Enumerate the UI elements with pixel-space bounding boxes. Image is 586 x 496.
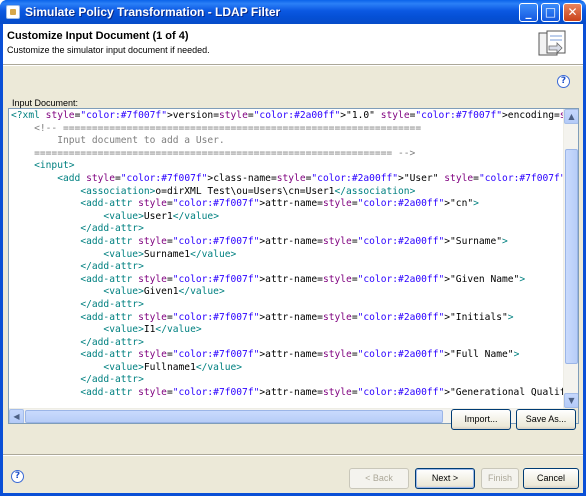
code-line: <add-attr style="color:#7f007f">attr-nam… — [80, 311, 514, 323]
code-line: <add-attr style="color:#7f007f">attr-nam… — [80, 235, 508, 247]
input-document-editor[interactable]: <?xml style="color:#7f007f">version=styl… — [8, 108, 579, 424]
horizontal-scroll-thumb[interactable] — [25, 410, 443, 423]
code-line: </add-attr> — [80, 298, 144, 310]
code-line: <add-attr style="color:#7f007f">attr-nam… — [80, 349, 520, 361]
code-line: <value>Given1</value> — [103, 286, 225, 298]
dialog-window: Simulate Policy Transformation - LDAP Fi… — [0, 0, 586, 496]
footer-separator — [3, 454, 583, 456]
banner-separator — [3, 65, 583, 66]
page-title: Customize Input Document (1 of 4) — [7, 30, 189, 42]
page-description: Customize the simulator input document i… — [7, 45, 210, 55]
maximize-button[interactable]: □ — [541, 3, 560, 22]
code-line: </add-attr> — [80, 374, 144, 386]
help-icon[interactable]: ? — [557, 75, 570, 88]
input-document-label: Input Document: — [12, 98, 79, 108]
window-title: Simulate Policy Transformation - LDAP Fi… — [25, 5, 281, 19]
code-line: <add style="color:#7f007f">class-name=st… — [57, 172, 564, 184]
scroll-down-button[interactable]: ▼ — [564, 393, 578, 408]
document-transform-icon — [538, 30, 566, 56]
help-icon-bottom[interactable]: ? — [11, 470, 24, 483]
code-line: <association>o=dirXML Test\ou=Users\cn=U… — [80, 185, 416, 197]
code-line: </add-attr> — [80, 223, 144, 235]
code-line: </add-attr> — [80, 261, 144, 273]
code-line: <!-- ===================================… — [11, 122, 422, 134]
back-button[interactable]: < Back — [349, 468, 409, 489]
code-line: Input document to add a User. — [11, 135, 225, 147]
scroll-left-button[interactable]: ◀ — [9, 409, 24, 423]
wizard-banner: Customize Input Document (1 of 4) Custom… — [3, 24, 583, 65]
import-button[interactable]: Import... — [451, 409, 511, 430]
scroll-up-button[interactable]: ▲ — [564, 109, 578, 124]
vertical-scrollbar[interactable]: ▲ ▼ — [563, 109, 578, 408]
next-button[interactable]: Next > — [415, 468, 475, 489]
close-button[interactable]: ✕ — [563, 3, 582, 22]
dialog-client-area: Customize Input Document (1 of 4) Custom… — [3, 24, 583, 493]
code-line: <add-attr style="color:#7f007f">attr-nam… — [80, 198, 479, 210]
finish-button[interactable]: Finish — [481, 468, 519, 489]
code-line: <add-attr style="color:#7f007f">attr-nam… — [80, 273, 526, 285]
code-line: <input> — [34, 160, 75, 172]
code-line: <value>Fullname1</value> — [103, 361, 243, 373]
vertical-scroll-thumb[interactable] — [565, 149, 578, 364]
code-line: <value>I1</value> — [103, 324, 202, 336]
cancel-button[interactable]: Cancel — [523, 468, 579, 489]
code-line: <value>Surname1</value> — [103, 248, 237, 260]
code-line: <value>User1</value> — [103, 210, 219, 222]
code-line: ========================================… — [11, 147, 416, 159]
minimize-button[interactable]: _ — [519, 3, 538, 22]
app-icon — [6, 5, 20, 19]
save-as-button[interactable]: Save As... — [516, 409, 576, 430]
xml-code-area[interactable]: <?xml style="color:#7f007f">version=styl… — [11, 110, 564, 407]
code-line: <add-attr style="color:#7f007f">attr-nam… — [80, 387, 564, 399]
code-line: </add-attr> — [80, 336, 144, 348]
title-bar[interactable]: Simulate Policy Transformation - LDAP Fi… — [0, 0, 586, 24]
code-line: <?xml style="color:#7f007f">version=styl… — [11, 110, 564, 121]
